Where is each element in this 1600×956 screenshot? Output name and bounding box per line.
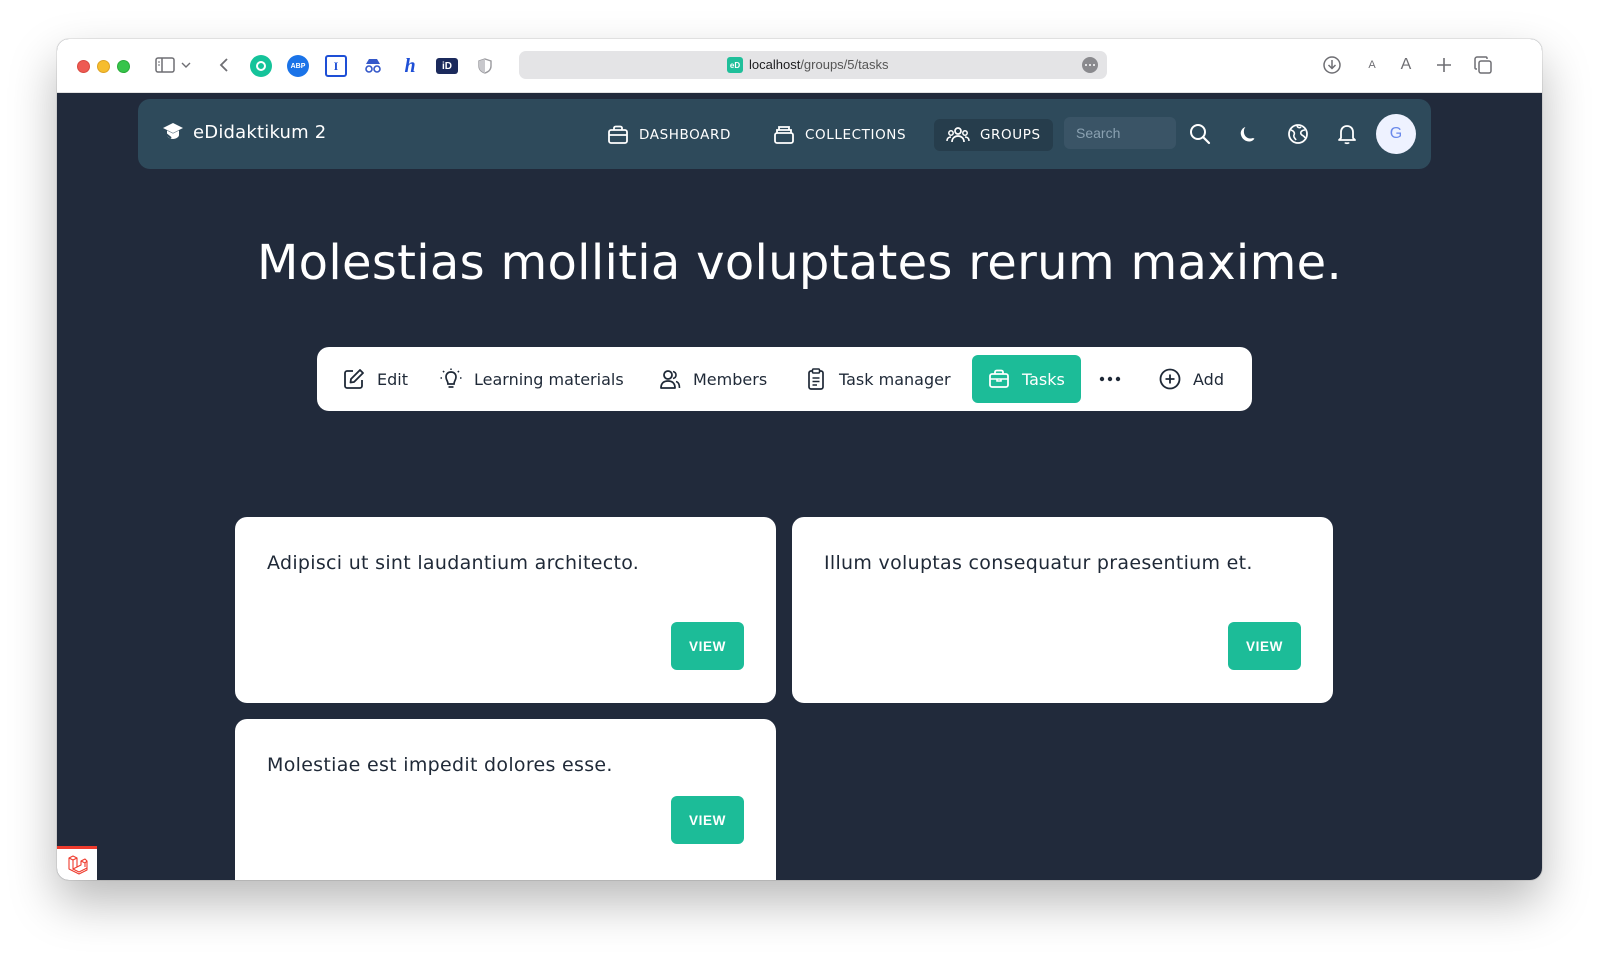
shield-icon[interactable] [474,55,496,77]
task-card: Adipisci ut sint laudantium architecto. … [235,517,776,703]
url-text: localhost/groups/5/tasks [749,57,889,72]
nav-collections[interactable]: COLLECTIONS [761,119,918,151]
task-title: Illum voluptas consequatur praesentium e… [824,552,1253,574]
browser-window: ABP I h iD eD localhost/groups/5/tasks A… [57,39,1542,880]
site-favicon: eD [727,57,743,73]
moon-icon[interactable] [1236,121,1262,147]
hypothesis-icon[interactable]: h [399,55,421,77]
task-title: Adipisci ut sint laudantium architecto. [267,552,640,574]
page-menu-icon[interactable] [1082,57,1098,73]
tab-learning-materials-label: Learning materials [474,369,624,389]
minimize-window-button[interactable] [97,60,110,73]
briefcase-icon [989,369,1009,388]
tab-edit-label: Edit [377,369,408,389]
zoom-window-button[interactable] [117,60,130,73]
sidebar-toggle-icon[interactable] [153,53,177,77]
clipboard-icon [808,368,824,390]
view-button[interactable]: VIEW [1228,622,1301,670]
nav-dashboard-label: DASHBOARD [639,127,731,143]
spy-icon[interactable] [362,55,384,77]
browser-toolbar: ABP I h iD eD localhost/groups/5/tasks A… [57,39,1542,93]
tab-add[interactable]: Add [1143,355,1240,403]
chevron-down-icon[interactable] [179,53,193,77]
tab-edit[interactable]: Edit [327,355,424,403]
more-options-button[interactable] [1087,355,1133,403]
tab-task-manager[interactable]: Task manager [789,355,967,403]
globe-icon[interactable] [1285,121,1311,147]
app-navbar: eDidaktikum 2 DASHBOARD COLLECTIONS GROU… [138,99,1431,169]
tab-members[interactable]: Members [643,355,783,403]
edit-icon [344,369,364,389]
tab-task-manager-label: Task manager [839,369,951,389]
nav-groups-label: GROUPS [980,127,1041,143]
page-title: Molestias mollitia voluptates rerum maxi… [256,235,1343,291]
tab-tasks-label: Tasks [1022,369,1065,389]
bell-icon[interactable] [1334,121,1360,147]
task-title: Molestiae est impedit dolores esse. [267,754,613,776]
task-card: Molestiae est impedit dolores esse. VIEW [235,719,776,880]
tab-add-label: Add [1193,369,1224,389]
close-window-button[interactable] [77,60,90,73]
back-arrow-icon[interactable] [212,53,236,77]
laravel-debugbar-toggle[interactable] [57,846,97,880]
task-card: Illum voluptas consequatur praesentium e… [792,517,1333,703]
lightbulb-icon [440,368,462,388]
tab-overview-icon[interactable] [1471,53,1495,77]
text-smaller-button[interactable]: A [1360,53,1384,77]
nav-collections-label: COLLECTIONS [805,127,907,143]
search-input[interactable]: Search [1064,117,1176,149]
brand-name: eDidaktikum 2 [193,121,327,143]
more-horizontal-icon [1099,376,1121,382]
plus-circle-icon [1159,368,1181,390]
brand-logo[interactable]: eDidaktikum 2 [162,121,326,143]
view-button[interactable]: VIEW [671,622,744,670]
nav-dashboard[interactable]: DASHBOARD [595,119,743,151]
download-icon[interactable] [1320,53,1344,77]
address-bar[interactable]: eD localhost/groups/5/tasks [519,51,1107,79]
search-icon[interactable] [1187,121,1213,147]
briefcase-icon [608,125,628,144]
grammarly-icon[interactable] [250,55,272,77]
users-icon [946,127,970,143]
id-icon[interactable]: iD [436,58,458,74]
avatar[interactable]: G [1376,114,1416,154]
new-tab-icon[interactable] [1432,53,1456,77]
graduation-cap-icon [163,123,183,139]
tab-tasks[interactable]: Tasks [972,355,1081,403]
view-button[interactable]: VIEW [671,796,744,844]
text-larger-button[interactable]: A [1394,53,1418,77]
nav-groups[interactable]: GROUPS [934,119,1053,151]
tab-members-label: Members [693,369,768,389]
group-tab-bar: Edit Learning materials Members Task man… [317,347,1252,411]
laravel-logo-icon [68,854,88,875]
instapaper-icon[interactable]: I [325,55,347,77]
tab-learning-materials[interactable]: Learning materials [424,355,640,403]
members-icon [660,370,681,389]
adblock-plus-icon[interactable]: ABP [287,55,309,77]
archive-icon [774,126,794,144]
